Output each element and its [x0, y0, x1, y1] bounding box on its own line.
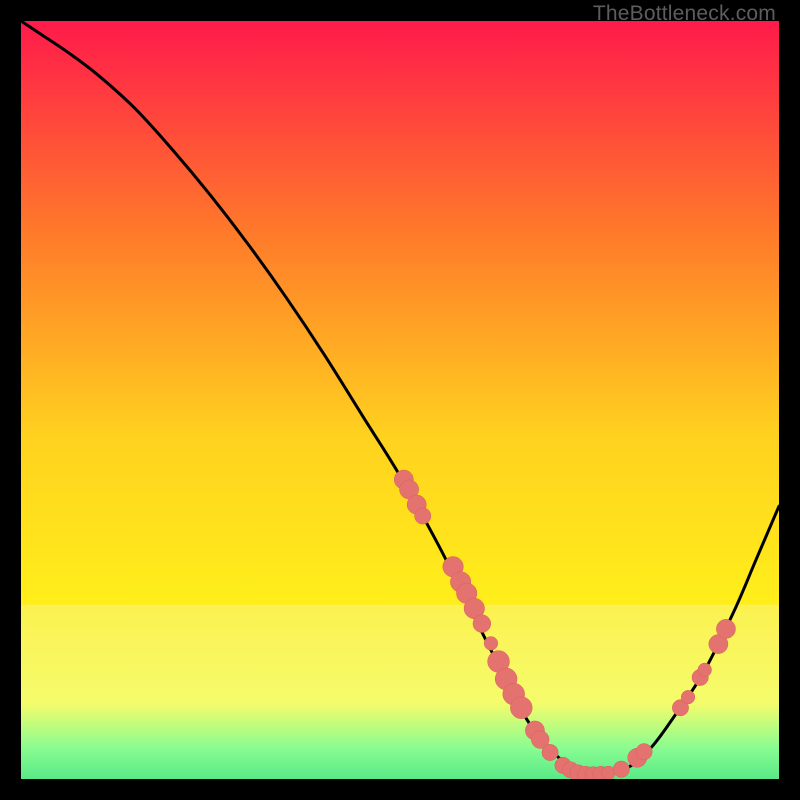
- curve-marker: [415, 508, 431, 524]
- bottleneck-chart: [21, 21, 779, 779]
- curve-marker: [698, 663, 712, 677]
- curve-marker: [473, 615, 491, 633]
- curve-marker: [716, 619, 735, 638]
- curve-marker: [636, 744, 652, 760]
- curve-marker: [542, 744, 558, 760]
- haze-band: [21, 605, 779, 779]
- curve-marker: [613, 761, 629, 777]
- chart-frame: [21, 21, 779, 779]
- curve-marker: [484, 637, 498, 651]
- curve-marker: [510, 697, 532, 719]
- curve-marker: [681, 690, 695, 704]
